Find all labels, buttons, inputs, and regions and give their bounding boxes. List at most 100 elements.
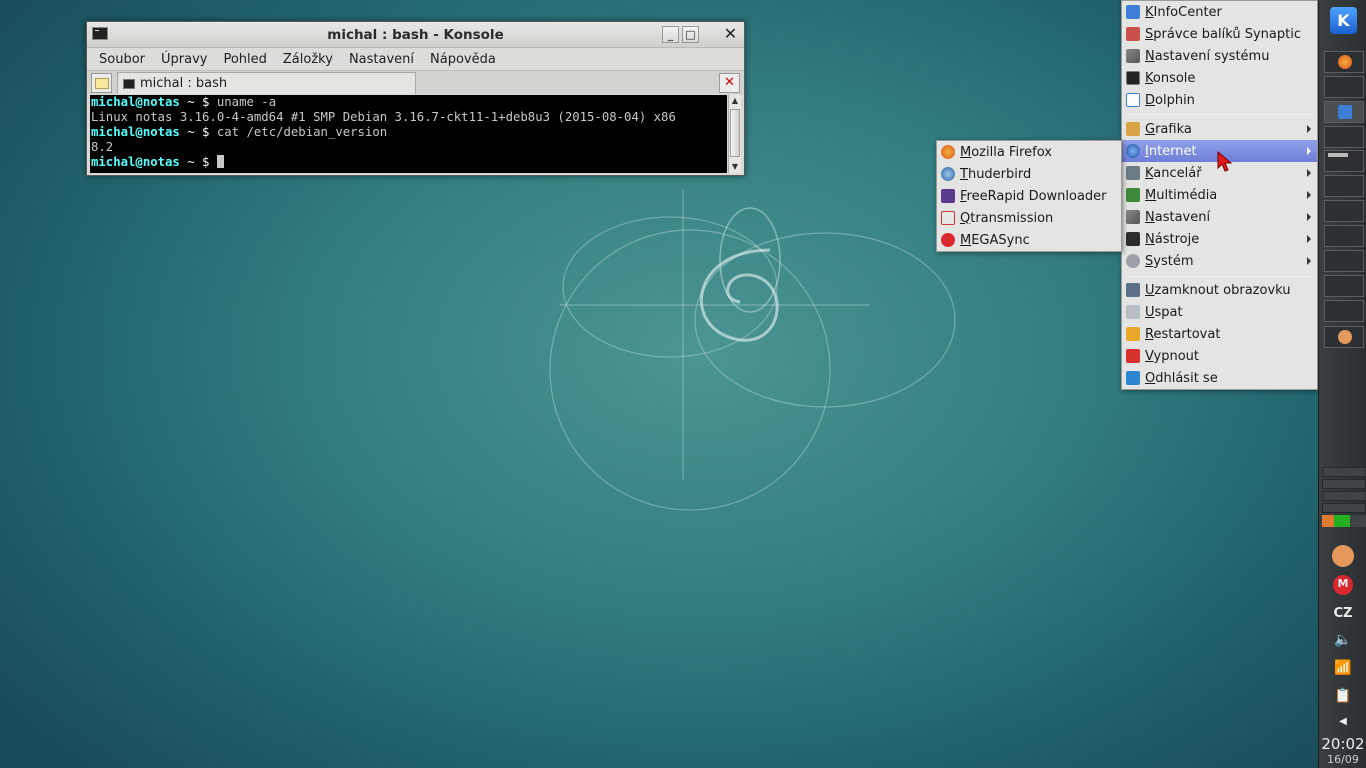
taskbar-dolphin[interactable] bbox=[1324, 101, 1364, 123]
menu-napoveda[interactable]: Nápověda bbox=[422, 52, 504, 67]
command-output: 8.2 bbox=[91, 140, 114, 154]
submenu-arrow-icon bbox=[1307, 191, 1311, 199]
menu-nastaveni[interactable]: Nastavení bbox=[341, 52, 422, 67]
minimize-button[interactable]: _ bbox=[662, 26, 679, 43]
konsole-titlebar[interactable]: michal : bash - Konsole _ □ ✕ bbox=[87, 22, 744, 48]
menu-item-nastaveni[interactable]: Nastavení bbox=[1122, 206, 1317, 228]
taskbar-konsole[interactable] bbox=[1324, 150, 1364, 172]
submenu-item-megasync[interactable]: MEGASync bbox=[937, 229, 1121, 251]
menu-item-multimedia[interactable]: Multimédia bbox=[1122, 184, 1317, 206]
menu-item-shutdown[interactable]: Vypnout bbox=[1122, 345, 1317, 367]
menu-item-lock-screen[interactable]: Uzamknout obrazovku bbox=[1122, 279, 1317, 301]
submenu-item-thunderbird[interactable]: Thuderbird bbox=[937, 163, 1121, 185]
office-icon bbox=[1126, 166, 1140, 180]
network-monitor[interactable] bbox=[1322, 503, 1366, 513]
menu-item-system[interactable]: Systém bbox=[1122, 250, 1317, 272]
menu-item-restart[interactable]: Restartovat bbox=[1122, 323, 1317, 345]
tray-dish-icon[interactable] bbox=[1332, 545, 1354, 567]
submenu-item-firefox[interactable]: Mozilla Firefox bbox=[937, 141, 1121, 163]
scroll-down-arrow-icon[interactable]: ▼ bbox=[729, 161, 741, 173]
taskbar-slot[interactable] bbox=[1324, 225, 1364, 247]
menu-item-sleep[interactable]: Uspat bbox=[1122, 301, 1317, 323]
menu-upravy[interactable]: Úpravy bbox=[153, 52, 215, 67]
submenu-arrow-icon bbox=[1307, 147, 1311, 155]
submenu-arrow-icon bbox=[1307, 125, 1311, 133]
prompt-user-host: michal@notas bbox=[91, 95, 180, 109]
settings-icon bbox=[1126, 210, 1140, 224]
menu-item-system-settings[interactable]: Nastavení systému bbox=[1122, 45, 1317, 67]
wifi-icon[interactable]: 📶 bbox=[1334, 659, 1352, 677]
graphics-icon bbox=[1126, 122, 1140, 136]
swap-monitor[interactable] bbox=[1322, 491, 1366, 501]
konsole-icon bbox=[1126, 71, 1140, 85]
internet-submenu: Mozilla Firefox Thuderbird FreeRapid Dow… bbox=[936, 140, 1122, 252]
submenu-arrow-icon bbox=[1307, 257, 1311, 265]
clock-date[interactable]: 16/09 bbox=[1319, 753, 1366, 766]
close-window-button[interactable]: ✕ bbox=[722, 26, 739, 43]
taskbar-slot[interactable] bbox=[1324, 200, 1364, 222]
clock-time[interactable]: 20:02 bbox=[1319, 735, 1366, 753]
terminal-scrollbar[interactable]: ▲ ▼ bbox=[728, 95, 741, 173]
prompt-path: ~ $ bbox=[179, 95, 217, 109]
scrollbar-thumb[interactable] bbox=[730, 109, 740, 157]
submenu-arrow-icon bbox=[1307, 169, 1311, 177]
multimedia-icon bbox=[1126, 188, 1140, 202]
synaptic-icon bbox=[1126, 27, 1140, 41]
konsole-tabbar: michal : bash ✕ bbox=[87, 70, 744, 94]
menu-item-grafika[interactable]: Grafika bbox=[1122, 118, 1317, 140]
menu-item-dolphin[interactable]: Dolphin bbox=[1122, 89, 1317, 111]
system-gear-icon bbox=[1126, 254, 1140, 268]
menu-item-synaptic[interactable]: Správce balíků Synaptic bbox=[1122, 23, 1317, 45]
menu-item-konsole[interactable]: Konsole bbox=[1122, 67, 1317, 89]
tab-michal-bash[interactable]: michal : bash bbox=[117, 72, 416, 94]
terminal-cursor bbox=[216, 155, 224, 168]
taskbar-freerapid[interactable] bbox=[1324, 326, 1364, 348]
menu-separator bbox=[1126, 114, 1313, 115]
memory-monitor[interactable] bbox=[1322, 479, 1366, 489]
battery-monitor[interactable] bbox=[1322, 515, 1366, 527]
new-tab-button[interactable] bbox=[91, 73, 112, 93]
menu-soubor[interactable]: Soubor bbox=[91, 52, 153, 67]
prompt-path: ~ $ bbox=[179, 125, 217, 139]
terminal-line: michal@notas ~ $ bbox=[91, 155, 727, 170]
taskbar-slot[interactable] bbox=[1324, 76, 1364, 98]
command-output: Linux notas 3.16.0-4-amd64 #1 SMP Debian… bbox=[91, 110, 676, 124]
tray-mega-icon[interactable]: M bbox=[1333, 575, 1353, 595]
menu-zalozky[interactable]: Záložky bbox=[275, 52, 341, 67]
keyboard-layout-indicator[interactable]: CZ bbox=[1319, 606, 1366, 621]
taskbar-slot[interactable] bbox=[1324, 175, 1364, 197]
submenu-item-qtransmission[interactable]: Qtransmission bbox=[937, 207, 1121, 229]
konsole-thumbnail-icon bbox=[1328, 153, 1348, 157]
dish-icon bbox=[1338, 330, 1352, 344]
window-title: michal : bash - Konsole bbox=[327, 27, 504, 43]
taskbar-slot[interactable] bbox=[1324, 275, 1364, 297]
taskbar-slot[interactable] bbox=[1324, 126, 1364, 148]
taskbar-slot[interactable] bbox=[1324, 300, 1364, 322]
globe-icon bbox=[1126, 144, 1140, 158]
maximize-button[interactable]: □ bbox=[682, 26, 699, 43]
menu-item-kinfocenter[interactable]: KInfoCenter bbox=[1122, 1, 1317, 23]
clipboard-icon[interactable]: 📋 bbox=[1334, 687, 1352, 705]
firefox-icon bbox=[1338, 55, 1352, 69]
menu-item-logout[interactable]: Odhlásit se bbox=[1122, 367, 1317, 389]
kde-menu-launcher-icon[interactable]: K bbox=[1330, 7, 1357, 34]
cpu-monitor[interactable] bbox=[1322, 467, 1366, 477]
volume-icon[interactable]: 🔈 bbox=[1334, 631, 1352, 649]
taskbar-slot[interactable] bbox=[1324, 250, 1364, 272]
menu-item-nastroje[interactable]: Nástroje bbox=[1122, 228, 1317, 250]
command-text: cat /etc/debian_version bbox=[216, 125, 388, 139]
scroll-up-arrow-icon[interactable]: ▲ bbox=[729, 95, 741, 107]
tray-expand-arrow-icon[interactable]: ◀ bbox=[1334, 713, 1352, 731]
submenu-arrow-icon bbox=[1307, 235, 1311, 243]
dolphin-icon bbox=[1126, 93, 1140, 107]
terminal-output[interactable]: michal@notas ~ $ uname -a Linux notas 3.1… bbox=[90, 95, 727, 173]
submenu-item-freerapid[interactable]: FreeRapid Downloader bbox=[937, 185, 1121, 207]
right-side-panel: K M CZ 🔈 📶 📋 ◀ 20:02 16/09 bbox=[1318, 0, 1366, 768]
prompt-path: ~ $ bbox=[179, 155, 217, 169]
thunderbird-icon bbox=[941, 167, 955, 181]
prompt-user-host: michal@notas bbox=[91, 155, 180, 169]
konsole-window[interactable]: michal : bash - Konsole _ □ ✕ Soubor Úpr… bbox=[86, 21, 745, 176]
menu-pohled[interactable]: Pohled bbox=[215, 52, 274, 67]
close-tab-button[interactable]: ✕ bbox=[719, 73, 740, 93]
taskbar-firefox[interactable] bbox=[1324, 51, 1364, 73]
